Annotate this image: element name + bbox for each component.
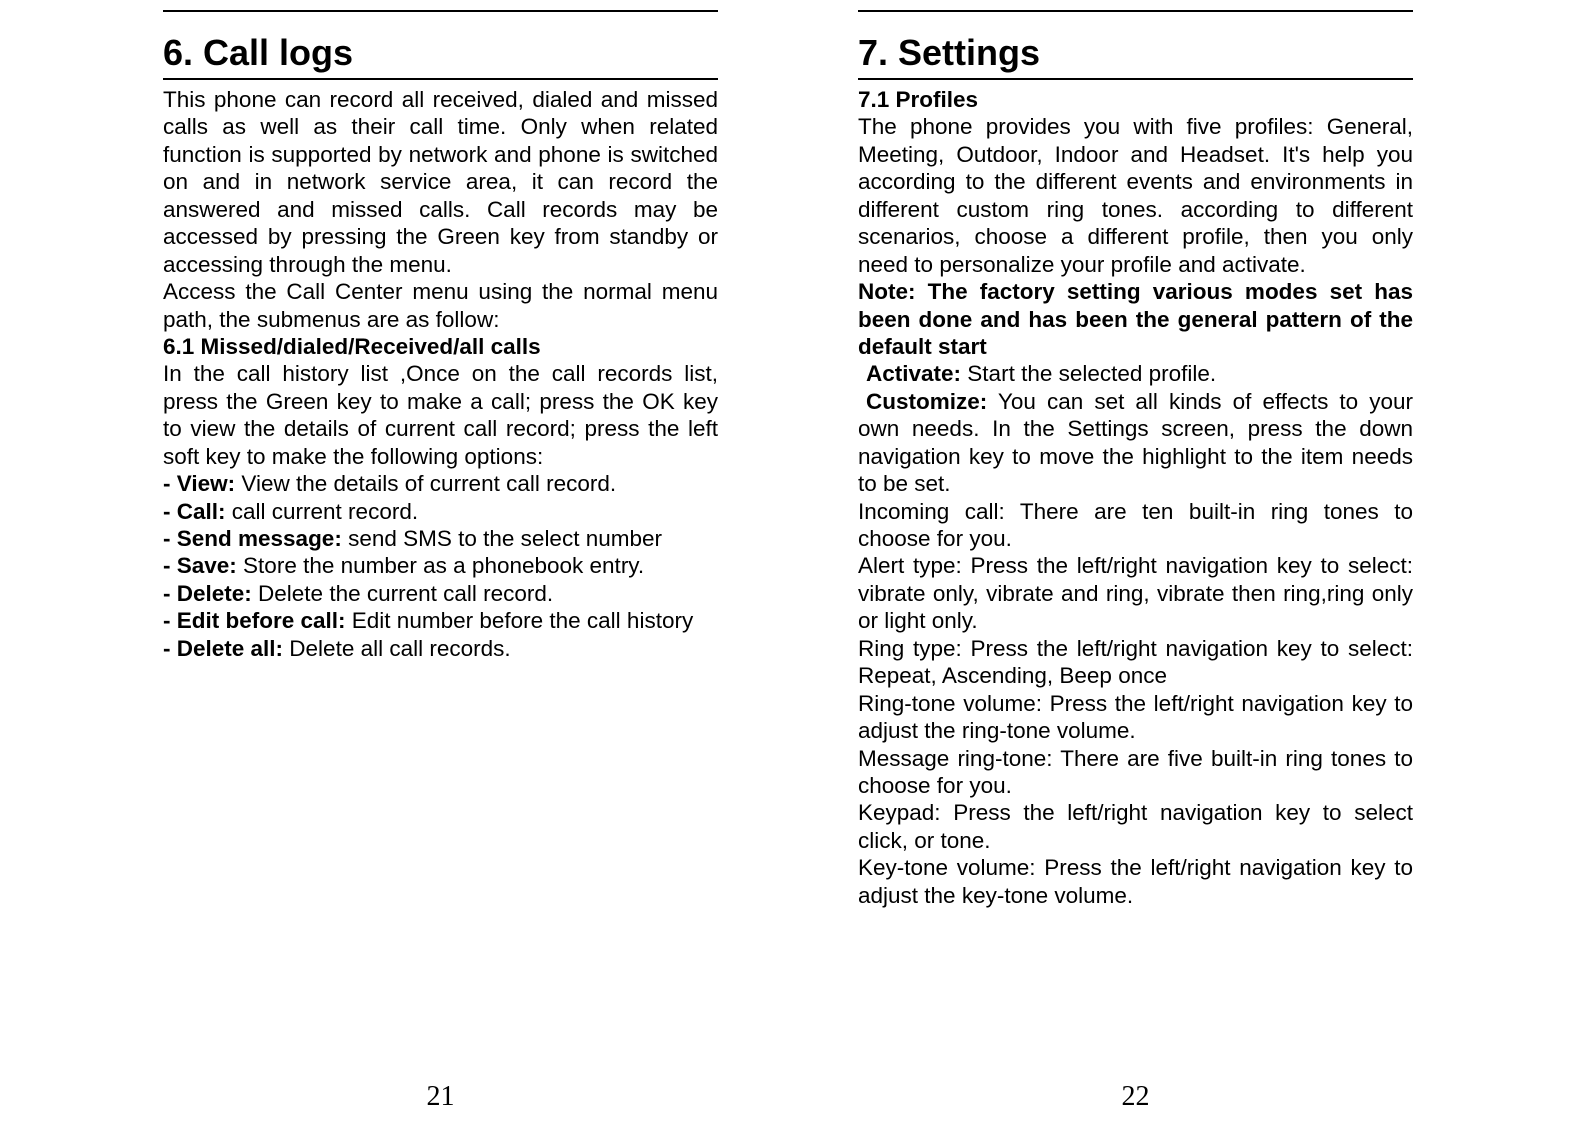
message-ringtone-text: Message ring-tone: There are five built-… [858, 745, 1413, 800]
option-view-text: View the details of current call record. [235, 471, 616, 496]
option-view: - View: View the details of current call… [163, 470, 718, 497]
access-paragraph: Access the Call Center menu using the no… [163, 278, 718, 333]
option-delete-label: - Delete: [163, 581, 252, 606]
option-delete-all-text: Delete all call records. [283, 636, 511, 661]
option-save-label: - Save: [163, 553, 237, 578]
keypad-text: Keypad: Press the left/right navigation … [858, 799, 1413, 854]
heading-rule-right [858, 78, 1413, 80]
chapter-heading-6: 6. Call logs [163, 32, 718, 74]
option-send-message-label: - Send message: [163, 526, 342, 551]
page-number-right: 22 [858, 1081, 1413, 1113]
option-call-text: call current record. [226, 499, 419, 524]
intro-paragraph: This phone can record all received, dial… [163, 86, 718, 278]
option-edit-before-call-text: Edit number before the call history [346, 608, 694, 633]
left-content: 6. Call logs This phone can record all r… [163, 10, 718, 1143]
option-view-label: - View: [163, 471, 235, 496]
top-rule-left [163, 10, 718, 12]
right-content: 7. Settings 7.1 Profiles The phone provi… [858, 10, 1413, 1143]
option-call-label: - Call: [163, 499, 226, 524]
activate-text: Start the selected profile. [961, 361, 1216, 386]
ring-volume-text: Ring-tone volume: Press the left/right n… [858, 690, 1413, 745]
option-delete-all-label: - Delete all: [163, 636, 283, 661]
option-delete-text: Delete the current call record. [252, 581, 553, 606]
option-call: - Call: call current record. [163, 498, 718, 525]
option-delete: - Delete: Delete the current call record… [163, 580, 718, 607]
customize-label: Customize: [858, 389, 987, 414]
option-send-message-text: send SMS to the select number [342, 526, 662, 551]
top-rule-right [858, 10, 1413, 12]
heading-rule-left [163, 78, 718, 80]
option-edit-before-call-label: - Edit before call: [163, 608, 346, 633]
option-delete-all: - Delete all: Delete all call records. [163, 635, 718, 662]
option-send-message: - Send message: send SMS to the select n… [163, 525, 718, 552]
left-page: 6. Call logs This phone can record all r… [163, 10, 718, 1143]
alert-type-text: Alert type: Press the left/right navigat… [858, 552, 1413, 634]
option-save-text: Store the number as a phonebook entry. [237, 553, 644, 578]
keytone-volume-text: Key-tone volume: Press the left/right na… [858, 854, 1413, 909]
incoming-call-text: Incoming call: There are ten built-in ri… [858, 498, 1413, 553]
customize-line: Customize: You can set all kinds of effe… [858, 388, 1413, 498]
option-save: - Save: Store the number as a phonebook … [163, 552, 718, 579]
activate-label: Activate: [858, 361, 961, 386]
right-page: 7. Settings 7.1 Profiles The phone provi… [858, 10, 1413, 1143]
subheading-6-1: 6.1 Missed/dialed/Received/all calls [163, 333, 718, 360]
chapter-heading-7: 7. Settings [858, 32, 1413, 74]
ring-type-text: Ring type: Press the left/right navigati… [858, 635, 1413, 690]
option-edit-before-call: - Edit before call: Edit number before t… [163, 607, 718, 634]
page-number-left: 21 [163, 1081, 718, 1113]
activate-line: Activate: Start the selected profile. [858, 360, 1413, 387]
profiles-note: Note: The factory setting various modes … [858, 278, 1413, 360]
profiles-intro: The phone provides you with five profile… [858, 113, 1413, 278]
subheading-7-1: 7.1 Profiles [858, 86, 1413, 113]
history-paragraph: In the call history list ,Once on the ca… [163, 360, 718, 470]
